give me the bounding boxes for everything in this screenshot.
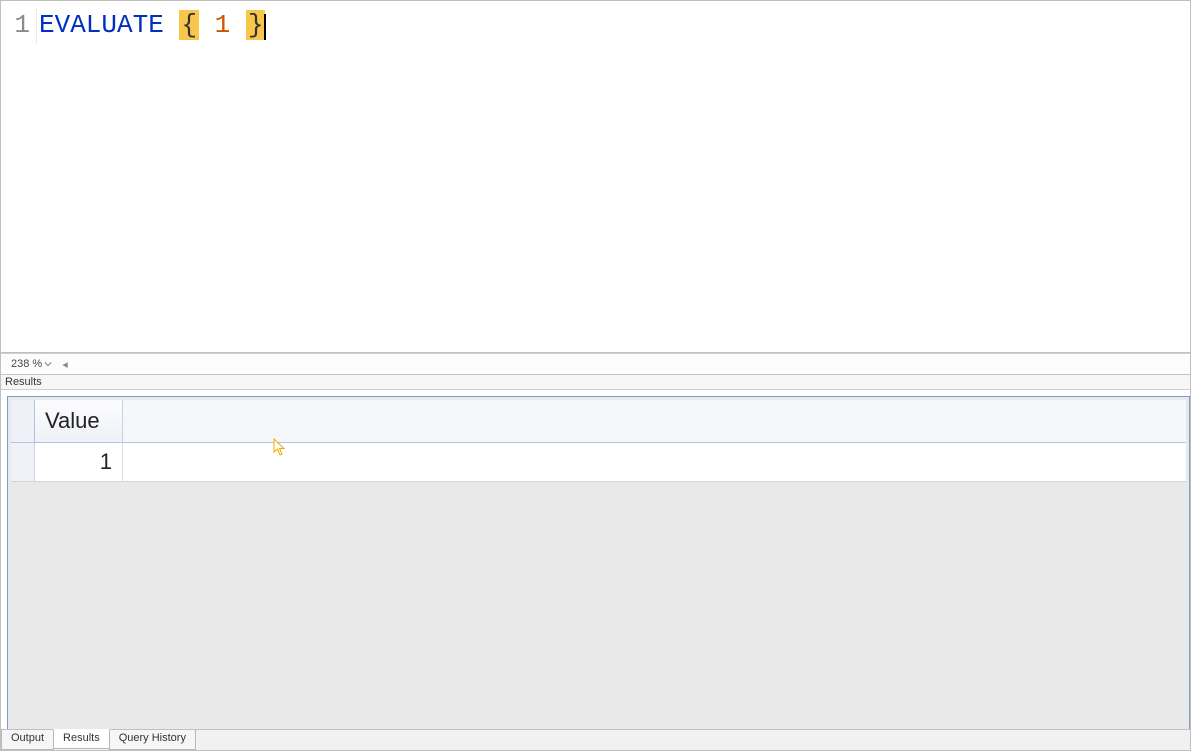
token-keyword: EVALUATE — [39, 10, 164, 40]
tab-query-history[interactable]: Query History — [109, 730, 196, 750]
token-number: 1 — [215, 10, 231, 40]
zoom-value: 238 % — [11, 358, 42, 370]
text-cursor — [264, 14, 266, 40]
line-number: 1 — [14, 10, 30, 40]
query-editor[interactable]: 1 EVALUATE { 1 } — [1, 1, 1190, 353]
row-header[interactable] — [11, 443, 35, 481]
grid-corner-cell[interactable] — [11, 400, 35, 442]
results-panel: Value 1 — [1, 390, 1190, 729]
tab-results[interactable]: Results — [53, 729, 110, 749]
bottom-tab-bar: Output Results Query History — [1, 729, 1190, 750]
table-row[interactable]: 1 — [11, 443, 1186, 482]
tab-output[interactable]: Output — [1, 730, 54, 750]
scroll-left-icon[interactable]: ◂ — [56, 358, 68, 371]
chevron-down-icon — [44, 360, 52, 368]
zoom-dropdown[interactable]: 238 % — [11, 358, 52, 370]
token-open-brace: { — [179, 10, 199, 40]
results-grid[interactable]: Value 1 — [11, 400, 1186, 729]
grid-header-row: Value — [11, 400, 1186, 443]
editor-zoom-bar: 238 % ◂ — [1, 353, 1190, 375]
grid-cell[interactable]: 1 — [35, 443, 123, 481]
code-area[interactable]: 1 EVALUATE { 1 } — [1, 1, 1190, 43]
results-grid-container: Value 1 — [7, 396, 1190, 729]
results-panel-label: Results — [1, 375, 1190, 390]
line-number-gutter: 1 — [7, 9, 37, 43]
token-close-brace: } — [246, 10, 266, 40]
code-line[interactable]: EVALUATE { 1 } — [37, 9, 266, 43]
column-header[interactable]: Value — [35, 400, 123, 442]
grid-body: 1 — [11, 443, 1186, 729]
